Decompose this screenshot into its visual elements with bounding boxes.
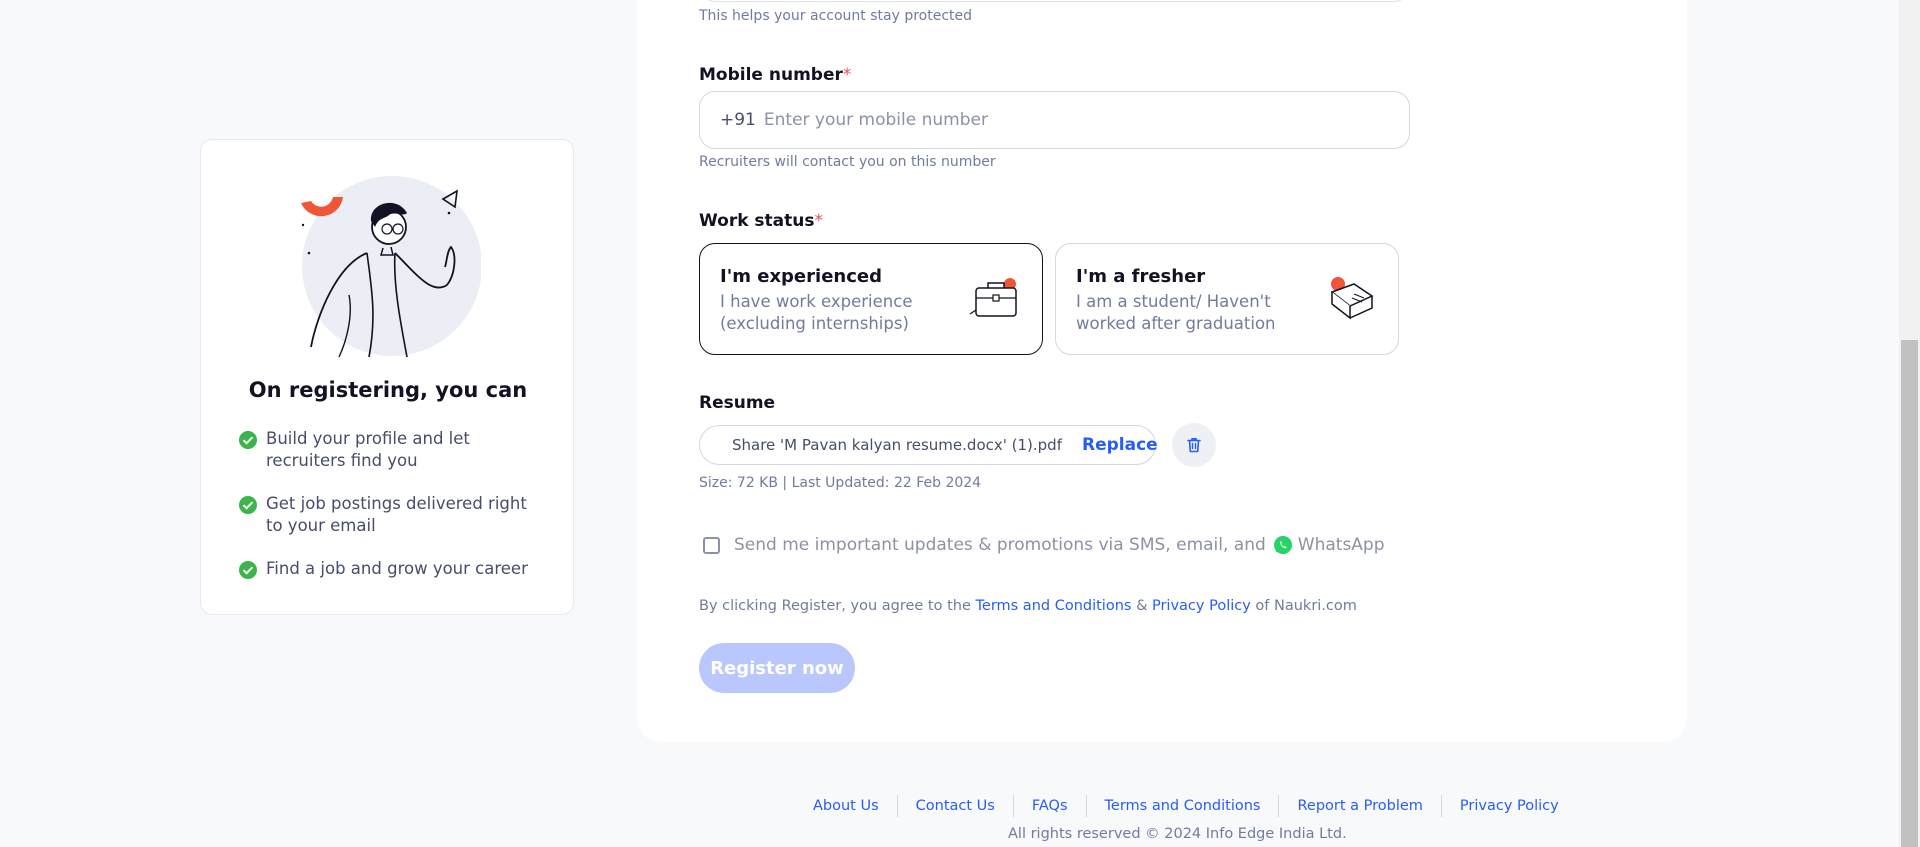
work-status-label: Work status* <box>699 211 823 231</box>
check-circle-icon <box>239 561 257 579</box>
mobile-placeholder: Enter your mobile number <box>763 110 988 130</box>
mobile-label: Mobile number* <box>699 65 852 85</box>
resume-label: Resume <box>699 393 776 413</box>
registration-illustration <box>301 176 481 358</box>
footer-link-about-us[interactable]: About Us <box>795 798 897 814</box>
updates-consent-checkbox[interactable] <box>703 536 720 554</box>
work-status-experienced[interactable]: I'm experienced I have work experience (… <box>699 243 1043 355</box>
consent-text: Send me important updates & promotions v… <box>734 535 1266 555</box>
footer-links: About Us Contact Us FAQs Terms and Condi… <box>795 795 1577 817</box>
password-input[interactable] <box>700 0 1410 2</box>
scrollbar-thumb[interactable] <box>1901 340 1918 847</box>
status-description: I have work experience (excluding intern… <box>720 292 913 333</box>
footer-link-report-problem[interactable]: Report a Problem <box>1279 798 1440 814</box>
work-status-fresher[interactable]: I'm a fresher I am a student/ Haven't wo… <box>1055 243 1399 355</box>
resume-filename: Share 'M Pavan kalyan resume.docx' (1).p… <box>732 436 1062 454</box>
delete-resume-button[interactable] <box>1172 423 1216 467</box>
register-now-button[interactable]: Register now <box>699 643 855 693</box>
footer-link-terms[interactable]: Terms and Conditions <box>1087 798 1279 814</box>
benefit-item: Build your profile and let recruiters fi… <box>238 428 548 472</box>
mobile-number-input[interactable]: +91 Enter your mobile number <box>699 91 1410 149</box>
terms-notice: By clicking Register, you agree to the T… <box>699 598 1357 614</box>
benefit-item: Get job postings delivered right to your… <box>238 493 548 537</box>
mobile-helper-text: Recruiters will contact you on this numb… <box>699 154 996 170</box>
briefcase-icon <box>969 278 1017 317</box>
status-description: I am a student/ Haven't worked after gra… <box>1076 292 1276 333</box>
footer-link-contact-us[interactable]: Contact Us <box>898 798 1013 814</box>
consent-row: Send me important updates & promotions v… <box>703 535 1385 555</box>
country-code-prefix: +91 <box>720 110 756 130</box>
benefit-text: Find a job and grow your career <box>266 559 528 578</box>
benefit-text: Get job postings delivered right to your… <box>266 494 527 535</box>
resume-meta: Size: 72 KB | Last Updated: 22 Feb 2024 <box>699 475 982 491</box>
copyright-text: All rights reserved © 2024 Info Edge Ind… <box>1008 826 1347 842</box>
footer-link-privacy-policy[interactable]: Privacy Policy <box>1442 798 1577 814</box>
check-circle-icon <box>239 431 257 449</box>
status-title: I'm experienced <box>720 266 882 287</box>
footer-link-faqs[interactable]: FAQs <box>1014 798 1086 814</box>
benefit-text: Build your profile and let recruiters fi… <box>266 429 470 470</box>
whatsapp-label: WhatsApp <box>1297 535 1385 555</box>
replace-resume-button[interactable]: Replace <box>1082 435 1158 455</box>
books-icon <box>1330 277 1374 320</box>
privacy-policy-link[interactable]: Privacy Policy <box>1152 598 1251 614</box>
benefits-title: On registering, you can <box>248 378 528 402</box>
trash-icon <box>1187 438 1201 453</box>
check-circle-icon <box>239 496 257 514</box>
benefits-card: On registering, you can Build your profi… <box>200 139 574 615</box>
account-helper-text: This helps your account stay protected <box>699 8 973 24</box>
terms-link[interactable]: Terms and Conditions <box>976 598 1132 614</box>
status-title: I'm a fresher <box>1076 266 1206 287</box>
whatsapp-icon <box>1273 536 1292 554</box>
resume-file-pill: Share 'M Pavan kalyan resume.docx' (1).p… <box>699 425 1158 465</box>
benefit-item: Find a job and grow your career <box>238 558 548 580</box>
